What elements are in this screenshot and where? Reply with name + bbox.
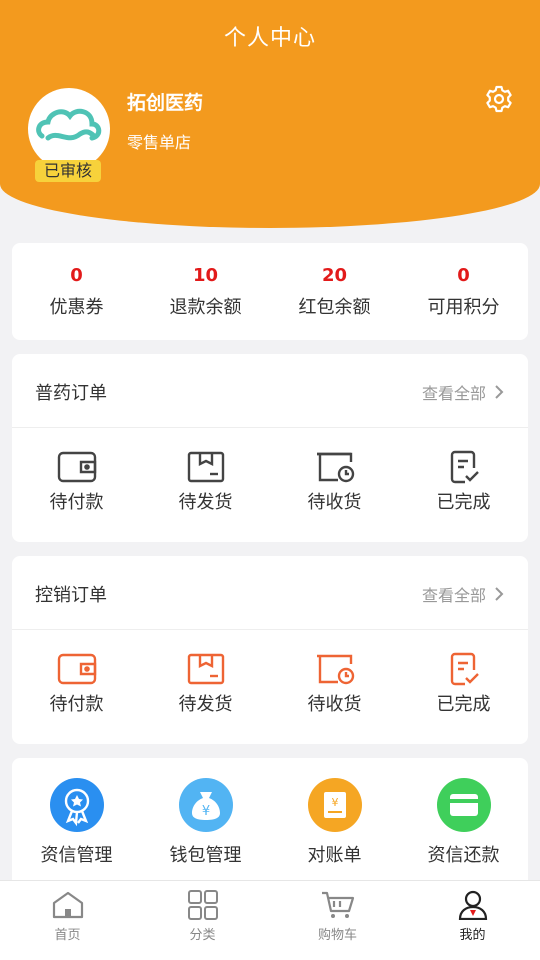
wallet-icon — [57, 653, 96, 685]
tab-home[interactable]: 首页 — [0, 881, 135, 960]
order-section-title: 普药订单 — [35, 383, 107, 404]
chevron-right-icon — [495, 385, 504, 399]
order-item-label: 待付款 — [49, 492, 104, 513]
svg-text:¥: ¥ — [201, 804, 209, 819]
order-completed[interactable]: 已完成 — [399, 428, 528, 514]
tool-label: 对账单 — [307, 845, 362, 866]
tab-category[interactable]: 分类 — [135, 881, 270, 960]
home-icon — [52, 891, 83, 919]
order-pending-payment[interactable]: 待付款 — [12, 428, 141, 514]
chevron-right-icon — [495, 587, 504, 601]
credit-badge-icon — [49, 778, 104, 832]
stat-refund-balance[interactable]: 10 退款余额 — [141, 243, 270, 340]
general-orders-card: 普药订单 查看全部 待付款 待发货 待收货 已完成 — [12, 354, 528, 542]
user-icon — [458, 890, 487, 920]
view-all-link[interactable]: 查看全部 — [422, 582, 504, 606]
gear-icon[interactable] — [485, 85, 513, 113]
order-pending-shipment[interactable]: 待发货 — [141, 630, 270, 716]
view-all-label: 查看全部 — [421, 384, 486, 403]
order-item-label: 待付款 — [49, 694, 104, 715]
cart-icon — [321, 891, 354, 918]
view-all-link[interactable]: 查看全部 — [422, 380, 504, 404]
store-name: 拓创医药 — [127, 92, 204, 114]
order-section-title: 控销订单 — [35, 585, 107, 606]
svg-text:¥: ¥ — [331, 796, 338, 809]
order-header: 普药订单 查看全部 — [12, 354, 528, 428]
page-title: 个人中心 — [223, 26, 316, 51]
order-pending-shipment[interactable]: 待发货 — [141, 428, 270, 514]
tool-label: 资信管理 — [40, 845, 113, 866]
stat-value: 0 — [457, 265, 470, 286]
checklist-icon — [450, 450, 479, 484]
money-bag-icon: ¥ — [178, 778, 233, 832]
tab-cart[interactable]: 购物车 — [270, 881, 405, 960]
order-header: 控销订单 查看全部 — [12, 556, 528, 630]
stat-label: 优惠券 — [49, 297, 104, 318]
package-icon — [187, 653, 224, 685]
order-completed[interactable]: 已完成 — [399, 630, 528, 716]
store-type: 零售单店 — [127, 133, 192, 152]
package-icon — [187, 451, 224, 483]
avatar[interactable] — [28, 88, 110, 170]
stat-label: 可用积分 — [427, 297, 500, 318]
tool-credit-repayment[interactable]: 资信还款 — [399, 758, 528, 898]
order-item-label: 已完成 — [436, 694, 491, 715]
checklist-icon — [450, 652, 479, 686]
order-pending-payment[interactable]: 待付款 — [12, 630, 141, 716]
tab-label: 购物车 — [317, 928, 357, 943]
tool-label: 钱包管理 — [169, 845, 242, 866]
tool-label: 资信还款 — [427, 845, 500, 866]
stat-value: 10 — [192, 265, 219, 286]
stat-value: 0 — [70, 265, 83, 286]
view-all-label: 查看全部 — [421, 586, 486, 605]
order-item-label: 待收货 — [307, 492, 362, 513]
tab-label: 分类 — [189, 928, 216, 943]
card-icon — [436, 778, 491, 832]
order-item-label: 已完成 — [436, 492, 491, 513]
tool-credit-management[interactable]: 资信管理 — [12, 758, 141, 898]
truck-clock-icon — [316, 452, 354, 483]
tab-label: 首页 — [54, 928, 81, 943]
tool-statement[interactable]: ¥ 对账单 — [270, 758, 399, 898]
stats-card: 0 优惠券 10 退款余额 20 红包余额 0 可用积分 — [12, 243, 528, 340]
stat-redpacket-balance[interactable]: 20 红包余额 — [270, 243, 399, 340]
wallet-icon — [57, 451, 96, 483]
stat-label: 退款余额 — [169, 297, 242, 318]
cloud-logo-icon — [36, 108, 102, 141]
truck-clock-icon — [316, 654, 354, 685]
stat-points[interactable]: 0 可用积分 — [399, 243, 528, 340]
grid-icon — [187, 890, 218, 920]
tab-label: 我的 — [459, 928, 486, 943]
stat-value: 20 — [321, 265, 348, 286]
tools-card: 资信管理 ¥ 钱包管理 ¥ 对账单 资信还款 — [12, 758, 528, 898]
profile-header: 个人中心 已审核 拓创医药 零售单店 — [0, 0, 540, 228]
stat-coupons[interactable]: 0 优惠券 — [12, 243, 141, 340]
statement-icon: ¥ — [307, 778, 362, 832]
order-pending-receipt[interactable]: 待收货 — [270, 630, 399, 716]
order-item-label: 待发货 — [178, 694, 233, 715]
bottom-tab-bar: 首页 分类 购物车 我的 — [0, 880, 540, 960]
tool-wallet-management[interactable]: ¥ 钱包管理 — [141, 758, 270, 898]
order-item-label: 待收货 — [307, 694, 362, 715]
stat-label: 红包余额 — [298, 297, 371, 318]
verified-badge: 已审核 — [35, 160, 101, 182]
controlled-orders-card: 控销订单 查看全部 待付款 待发货 待收货 已完成 — [12, 556, 528, 744]
tab-mine[interactable]: 我的 — [405, 881, 540, 960]
order-pending-receipt[interactable]: 待收货 — [270, 428, 399, 514]
order-item-label: 待发货 — [178, 492, 233, 513]
